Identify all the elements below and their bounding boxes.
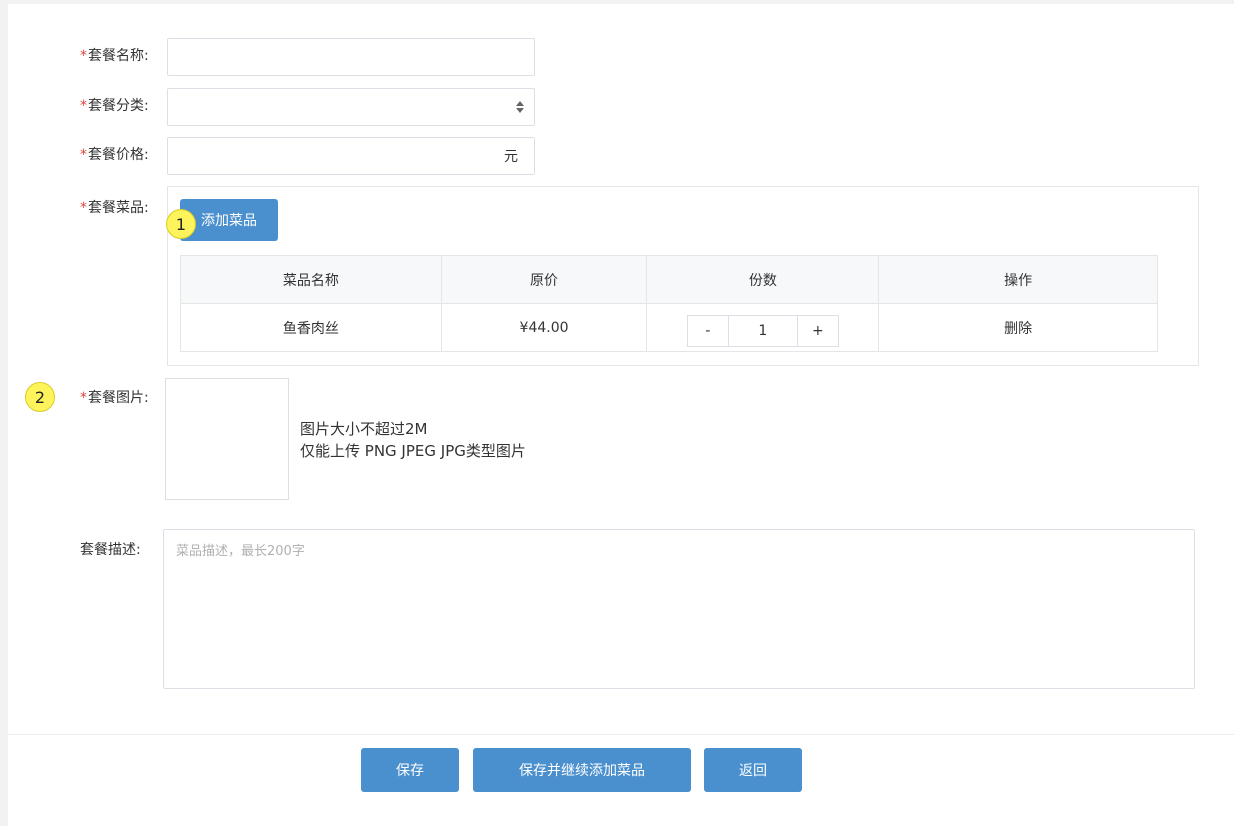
category-label: *套餐分类: xyxy=(80,98,149,114)
column-header-action: 操作 xyxy=(878,255,1158,304)
required-mark: * xyxy=(80,98,87,114)
quantity-stepper[interactable]: - 1 + xyxy=(686,314,839,347)
footer-divider xyxy=(8,734,1234,735)
annotation-marker-1: 1 xyxy=(166,209,196,239)
setmeal-category-select[interactable] xyxy=(167,88,535,126)
quantity-increase-button[interactable]: + xyxy=(797,315,838,346)
quantity-decrease-button[interactable]: - xyxy=(687,315,728,346)
required-mark: * xyxy=(80,390,87,406)
required-mark: * xyxy=(80,48,87,64)
required-mark: * xyxy=(80,200,87,216)
dishes-panel: 添加菜品 菜品名称 原价 份数 操作 鱼香肉丝 ¥44.00 - 1 + 删除 xyxy=(167,186,1199,366)
setmeal-description-textarea[interactable] xyxy=(163,529,1195,689)
table-header-row: 菜品名称 原价 份数 操作 xyxy=(180,255,1158,304)
column-header-dish-name: 菜品名称 xyxy=(180,255,442,304)
save-button[interactable]: 保存 xyxy=(361,748,459,792)
column-header-price: 原价 xyxy=(440,255,648,304)
delete-dish-link[interactable]: 删除 xyxy=(878,303,1158,352)
dishes-table: 菜品名称 原价 份数 操作 鱼香肉丝 ¥44.00 - 1 + 删除 xyxy=(180,255,1158,352)
image-upload-box[interactable] xyxy=(165,378,289,500)
table-row: 鱼香肉丝 ¥44.00 - 1 + 删除 xyxy=(180,303,1158,352)
annotation-marker-2: 2 xyxy=(25,382,55,412)
price-unit: 元 xyxy=(504,149,518,165)
dish-quantity-cell: - 1 + xyxy=(646,303,880,352)
dish-name-cell: 鱼香肉丝 xyxy=(180,303,442,352)
dish-price-cell: ¥44.00 xyxy=(440,303,648,352)
back-button[interactable]: 返回 xyxy=(704,748,802,792)
name-label: *套餐名称: xyxy=(80,48,149,64)
column-header-quantity: 份数 xyxy=(646,255,880,304)
setmeal-price-input[interactable]: 元 xyxy=(167,137,535,175)
image-label: *套餐图片: xyxy=(80,390,149,406)
upload-tip: 图片大小不超过2M 仅能上传 PNG JPEG JPG类型图片 xyxy=(300,418,526,462)
save-and-continue-button[interactable]: 保存并继续添加菜品 xyxy=(473,748,691,792)
upload-tip-types: 仅能上传 PNG JPEG JPG类型图片 xyxy=(300,442,526,460)
select-arrows-icon xyxy=(516,101,524,113)
upload-tip-size: 图片大小不超过2M xyxy=(300,420,428,438)
desc-label: 套餐描述: xyxy=(80,542,141,558)
quantity-value[interactable]: 1 xyxy=(727,315,798,346)
price-label: *套餐价格: xyxy=(80,147,149,163)
setmeal-form-page: *套餐名称: *套餐分类: *套餐价格: 元 *套餐菜品: 添加菜品 菜品名称 … xyxy=(8,4,1234,826)
required-mark: * xyxy=(80,147,87,163)
dishes-label: *套餐菜品: xyxy=(80,200,149,216)
setmeal-name-input[interactable] xyxy=(167,38,535,76)
